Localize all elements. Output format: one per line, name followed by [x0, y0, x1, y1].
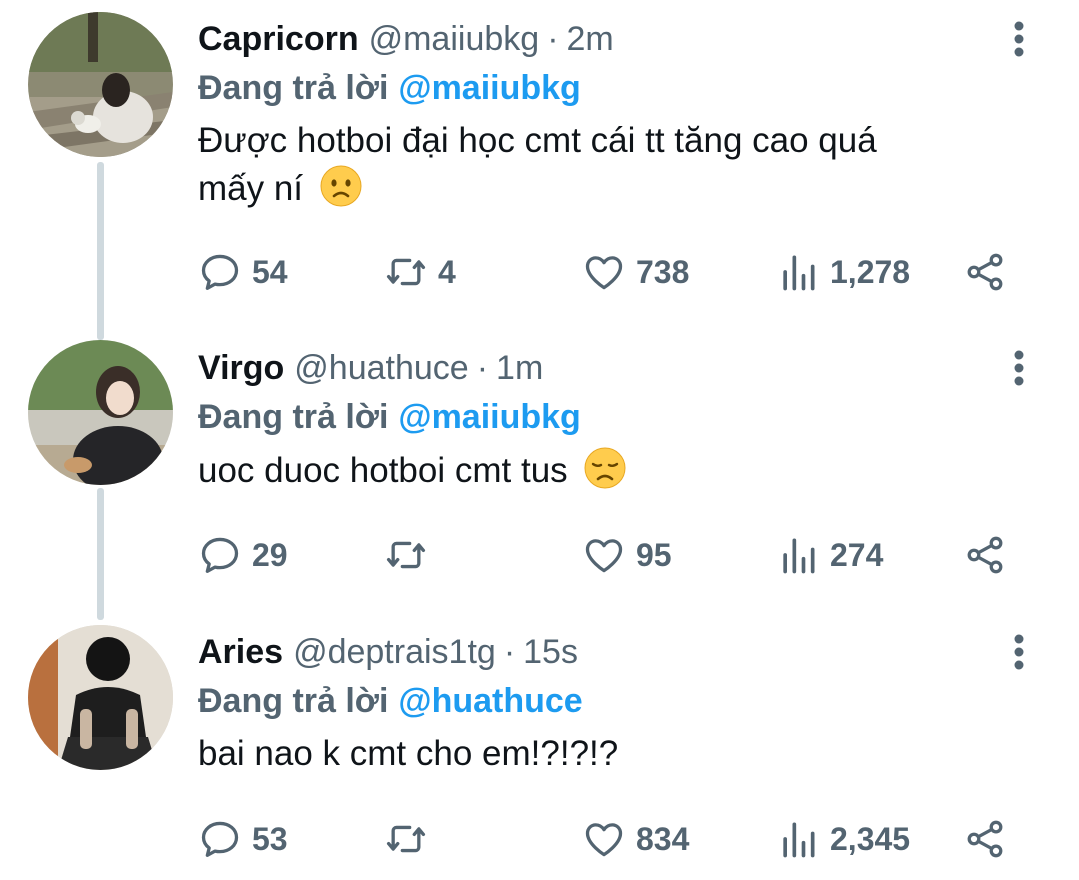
replying-to: Đang trả lời @maiiubkg	[198, 64, 1019, 112]
like-icon	[585, 823, 623, 857]
tweet-text-line: mấy ní	[198, 169, 304, 208]
retweet-button[interactable]: 4	[384, 247, 456, 297]
retweet-button[interactable]	[384, 530, 438, 580]
frowning-face-emoji	[320, 165, 362, 207]
reply-icon	[201, 254, 239, 290]
display-name[interactable]: Aries	[198, 633, 283, 672]
timestamp[interactable]: 15s	[523, 633, 578, 672]
reply-icon	[201, 821, 239, 857]
like-button[interactable]: 738	[582, 247, 689, 297]
tweet-actions: 29 95 274	[198, 530, 1018, 580]
tweet-text-line: bai nao k cmt cho em!?!?!?	[198, 734, 619, 773]
separator-dot: ·	[547, 19, 559, 58]
more-options-icon	[1014, 350, 1024, 386]
more-options-button[interactable]	[999, 14, 1039, 64]
more-options-button[interactable]	[999, 627, 1039, 677]
tweet-actions: 54 4 738 1,278	[198, 247, 1018, 297]
reply-button[interactable]: 29	[198, 530, 288, 580]
tweet-text-line: Được hotboi đại học cmt cái tt tăng cao …	[198, 121, 877, 160]
like-count: 834	[636, 820, 690, 857]
replying-to-label: Đang trả lời	[198, 397, 389, 436]
timestamp[interactable]: 2m	[567, 20, 614, 59]
timestamp[interactable]: 1m	[496, 349, 543, 388]
avatar-virgo[interactable]	[28, 340, 173, 485]
display-name[interactable]: Virgo	[198, 349, 284, 388]
views-icon	[783, 822, 815, 858]
reply-button[interactable]: 54	[198, 247, 288, 297]
views-icon	[783, 255, 815, 291]
more-options-icon	[1014, 21, 1024, 57]
reply-count: 54	[252, 253, 288, 290]
tweet-text: uoc duoc hotboi cmt tus	[198, 446, 1019, 494]
avatar-image	[28, 625, 173, 770]
separator-dot: ·	[503, 632, 516, 671]
share-button[interactable]	[963, 814, 1007, 864]
replying-to: Đang trả lời @huathuce	[198, 677, 1019, 725]
views-count: 274	[830, 536, 884, 573]
tweet-text: Được hotboi đại học cmt cái tt tăng cao …	[198, 117, 1019, 212]
display-name[interactable]: Capricorn	[198, 20, 359, 59]
reply-icon	[201, 537, 239, 573]
views-count: 1,278	[830, 253, 911, 290]
views-button[interactable]: 1,278	[776, 247, 910, 297]
reply-button[interactable]: 53	[198, 814, 288, 864]
like-button[interactable]: 834	[582, 814, 689, 864]
replying-to-label: Đang trả lời	[198, 681, 389, 720]
user-handle[interactable]: @maiiubkg	[369, 20, 540, 59]
share-icon	[967, 253, 1003, 291]
like-count: 95	[636, 536, 672, 573]
retweet-button[interactable]	[384, 814, 438, 864]
tweet-header: Virgo @huathuce · 1m	[198, 343, 1019, 393]
views-button[interactable]: 274	[776, 530, 883, 580]
more-options-button[interactable]	[999, 343, 1039, 393]
reply-count: 53	[252, 820, 288, 857]
tweet-text-line: uoc duoc hotboi cmt tus	[198, 451, 568, 490]
tweet-header: Aries @deptrais1tg · 15s	[198, 627, 1019, 677]
like-icon	[585, 539, 623, 573]
reply-count: 29	[252, 536, 288, 573]
like-button[interactable]: 95	[582, 530, 672, 580]
replying-to: Đang trả lời @maiiubkg	[198, 393, 1019, 441]
like-icon	[585, 256, 623, 290]
user-handle[interactable]: @huathuce	[294, 349, 468, 388]
tweet-actions: 53 834 2,345	[198, 814, 1018, 864]
tweet-header: Capricorn @maiiubkg · 2m	[198, 14, 1019, 64]
disappointed-face-emoji	[584, 447, 626, 489]
share-button[interactable]	[963, 530, 1007, 580]
user-handle[interactable]: @deptrais1tg	[293, 633, 496, 672]
share-icon	[967, 820, 1003, 858]
like-count: 738	[636, 253, 690, 290]
avatar-image	[28, 12, 173, 157]
views-count: 2,345	[830, 820, 911, 857]
mention-link[interactable]: @maiiubkg	[398, 69, 580, 108]
share-button[interactable]	[963, 247, 1007, 297]
avatar-capricorn[interactable]	[28, 12, 173, 157]
thread-line	[97, 162, 104, 340]
more-options-icon	[1014, 634, 1024, 670]
replying-to-label: Đang trả lời	[198, 68, 389, 107]
avatar-image	[28, 340, 173, 485]
views-icon	[783, 538, 815, 574]
mention-link[interactable]: @huathuce	[398, 682, 582, 721]
thread-line	[97, 488, 104, 620]
retweet-count: 4	[438, 253, 456, 290]
retweet-icon	[386, 825, 426, 853]
views-button[interactable]: 2,345	[776, 814, 910, 864]
share-icon	[967, 536, 1003, 574]
avatar-aries[interactable]	[28, 625, 173, 770]
mention-link[interactable]: @maiiubkg	[398, 398, 580, 437]
retweet-icon	[386, 541, 426, 569]
separator-dot: ·	[476, 348, 489, 387]
tweet-text: bai nao k cmt cho em!?!?!?	[198, 730, 1019, 777]
retweet-icon	[386, 258, 426, 286]
